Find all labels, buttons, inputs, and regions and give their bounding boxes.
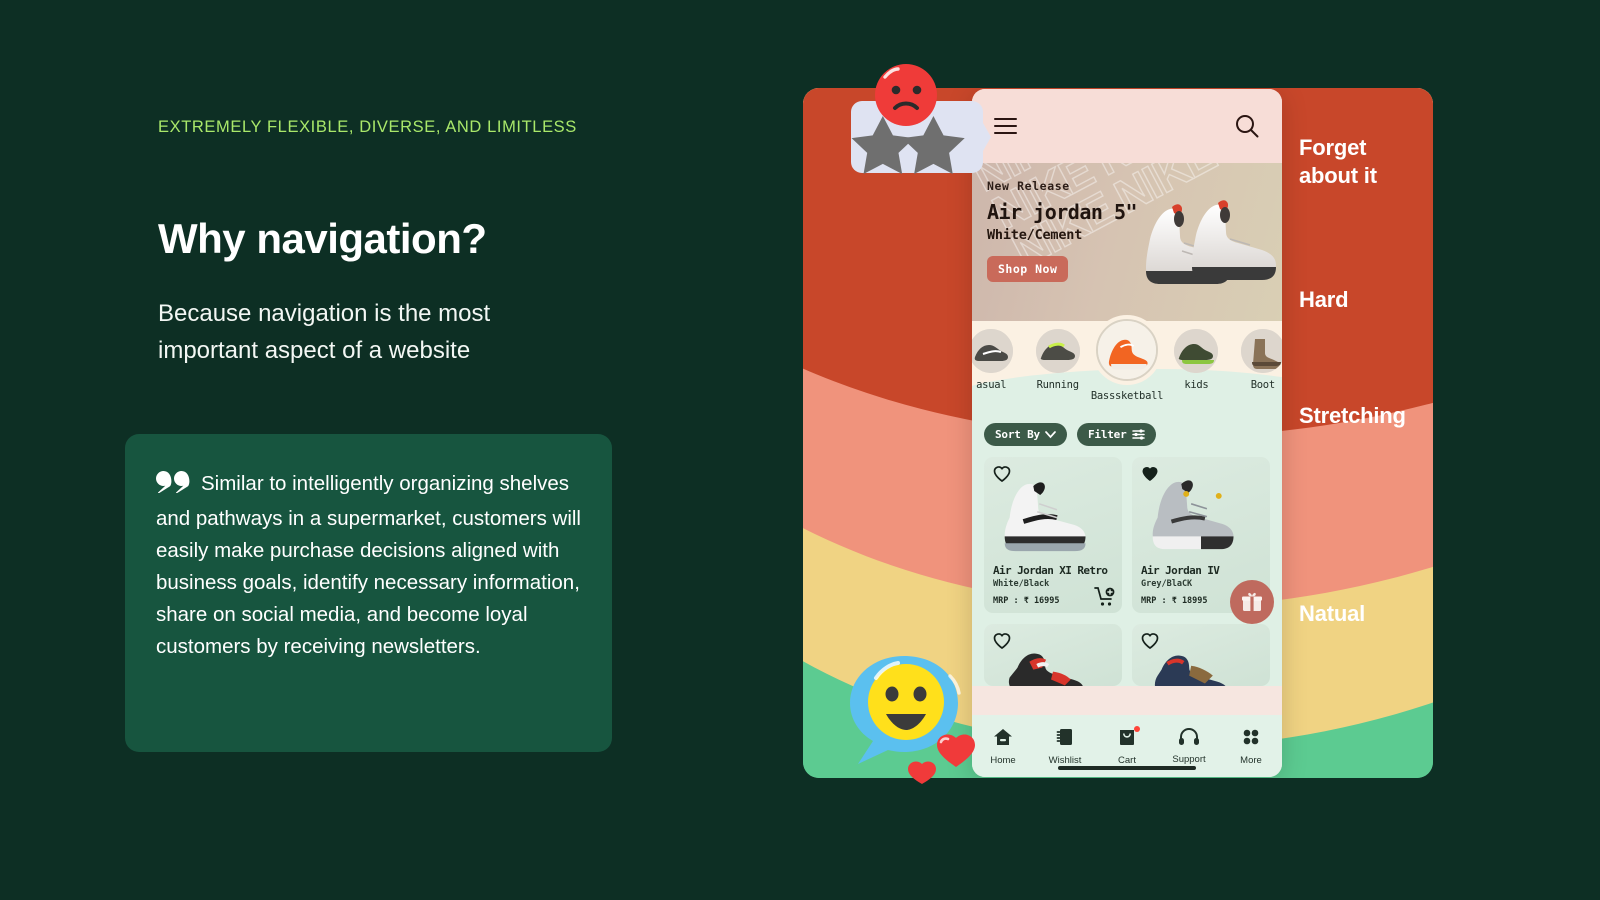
- filter-bar: Sort By Filter: [984, 419, 1270, 446]
- band-label-hard: Hard: [1299, 287, 1349, 312]
- product-image: [984, 624, 1122, 686]
- nav-item-wishlist[interactable]: Wishlist: [1034, 727, 1096, 766]
- favourite-heart-icon[interactable]: [993, 632, 1011, 650]
- cart-badge: [1134, 725, 1140, 732]
- nav-label: Wishlist: [1048, 754, 1082, 766]
- quote-card: Similar to intelligently organizing shel…: [125, 434, 612, 752]
- gift-fab-button[interactable]: [1230, 580, 1274, 624]
- hero-subtitle: White/Cement: [987, 227, 1083, 243]
- hamburger-icon[interactable]: [994, 113, 1017, 138]
- favourite-heart-icon[interactable]: [993, 465, 1011, 483]
- category-label: asual: [976, 379, 1007, 391]
- category-item-basketball[interactable]: Basssketball: [1090, 319, 1164, 402]
- product-name: Air Jordan XI Retro: [993, 564, 1108, 577]
- headset-icon: [1179, 727, 1199, 745]
- gift-icon: [1242, 592, 1262, 611]
- product-grid-row-partial: [984, 624, 1270, 686]
- nav-label: More: [1240, 754, 1262, 766]
- smiley-chat-sticker: [850, 656, 975, 784]
- category-label: Running: [1036, 379, 1079, 391]
- category-thumb-selected: [1096, 319, 1158, 381]
- page-title: Why navigation?: [158, 215, 487, 262]
- home-icon: [994, 728, 1012, 745]
- hero-title: Air jordan 5": [987, 200, 1138, 224]
- category-thumb: [1240, 329, 1282, 373]
- nav-item-cart[interactable]: Cart: [1096, 725, 1158, 766]
- nav-label: Support: [1172, 753, 1206, 765]
- search-icon[interactable]: [1234, 113, 1260, 139]
- nav-item-support[interactable]: Support: [1158, 727, 1220, 765]
- filter-button[interactable]: Filter: [1076, 423, 1156, 446]
- category-item-running[interactable]: Running: [1024, 329, 1090, 391]
- grid-dots-icon: [1243, 729, 1259, 744]
- product-image: [1132, 624, 1270, 686]
- hero-text-block: New Release Air jordan 5" White/Cement S…: [972, 163, 1282, 282]
- category-item-kids[interactable]: kids: [1163, 329, 1229, 391]
- band-label-forget: Forget about it: [1299, 135, 1377, 188]
- category-item-boot[interactable]: Boot: [1230, 329, 1282, 391]
- product-card[interactable]: Air Jordan XI Retro White/Black MRP : ₹ …: [984, 457, 1122, 613]
- phone-frame: NIKE NIKE NIKE NIKE NIKE NIKE: [972, 89, 1282, 777]
- left-content-column: EXTREMELY FLEXIBLE, DIVERSE, AND LIMITLE…: [125, 118, 778, 752]
- filter-sliders-icon: [1131, 429, 1145, 440]
- eyebrow-label: EXTREMELY FLEXIBLE, DIVERSE, AND LIMITLE…: [158, 118, 577, 136]
- quote-mark-icon: [156, 471, 190, 503]
- category-carousel: asual Running Basssketball kids Boot: [972, 319, 1282, 589]
- nav-item-more[interactable]: More: [1220, 727, 1282, 766]
- filter-label: Filter: [1087, 428, 1127, 441]
- hero-eyebrow: New Release: [987, 179, 1070, 193]
- quote-text: Similar to intelligently organizing shel…: [156, 472, 581, 658]
- category-label: Boot: [1250, 379, 1275, 391]
- quote-block: Similar to intelligently organizing shel…: [156, 468, 581, 663]
- sort-by-button[interactable]: Sort By: [984, 423, 1067, 446]
- product-grid-row: Air Jordan XI Retro White/Black MRP : ₹ …: [984, 457, 1270, 613]
- favourite-heart-icon[interactable]: [1141, 632, 1159, 650]
- category-thumb: [1035, 329, 1080, 373]
- product-image: [984, 457, 1122, 560]
- nav-label: Cart: [1118, 754, 1136, 766]
- add-to-cart-icon[interactable]: [1094, 586, 1115, 607]
- slide-canvas: EXTREMELY FLEXIBLE, DIVERSE, AND LIMITLE…: [0, 0, 1600, 900]
- category-thumb: [972, 329, 1014, 373]
- sort-by-label: Sort By: [995, 428, 1040, 441]
- category-label: Basssketball: [1090, 390, 1164, 402]
- product-listing: Sort By Filter Air Jordan XI Retro White…: [972, 419, 1282, 686]
- product-card[interactable]: [1132, 624, 1270, 686]
- hero-banner[interactable]: NIKE NIKE NIKE NIKE NIKE NIKE: [972, 163, 1282, 321]
- product-name: Air Jordan IV: [1141, 564, 1220, 577]
- favourite-heart-icon-filled[interactable]: [1141, 465, 1159, 483]
- category-item-casual[interactable]: asual: [972, 329, 1024, 391]
- category-label: kids: [1184, 379, 1209, 391]
- shop-now-button[interactable]: Shop Now: [987, 256, 1069, 282]
- home-indicator: [1058, 766, 1196, 770]
- sad-review-sticker: [851, 64, 991, 174]
- app-topbar: [972, 89, 1282, 163]
- product-card[interactable]: [984, 624, 1122, 686]
- category-thumb: [1174, 329, 1219, 373]
- product-image: [1132, 457, 1270, 560]
- chevron-down-icon: [1045, 430, 1056, 438]
- band-label-stretching: Stretching: [1299, 403, 1406, 428]
- subheading: Because navigation is the most important…: [158, 300, 491, 365]
- band-label-natual: Natual: [1299, 601, 1366, 626]
- wishlist-icon: [1056, 728, 1072, 745]
